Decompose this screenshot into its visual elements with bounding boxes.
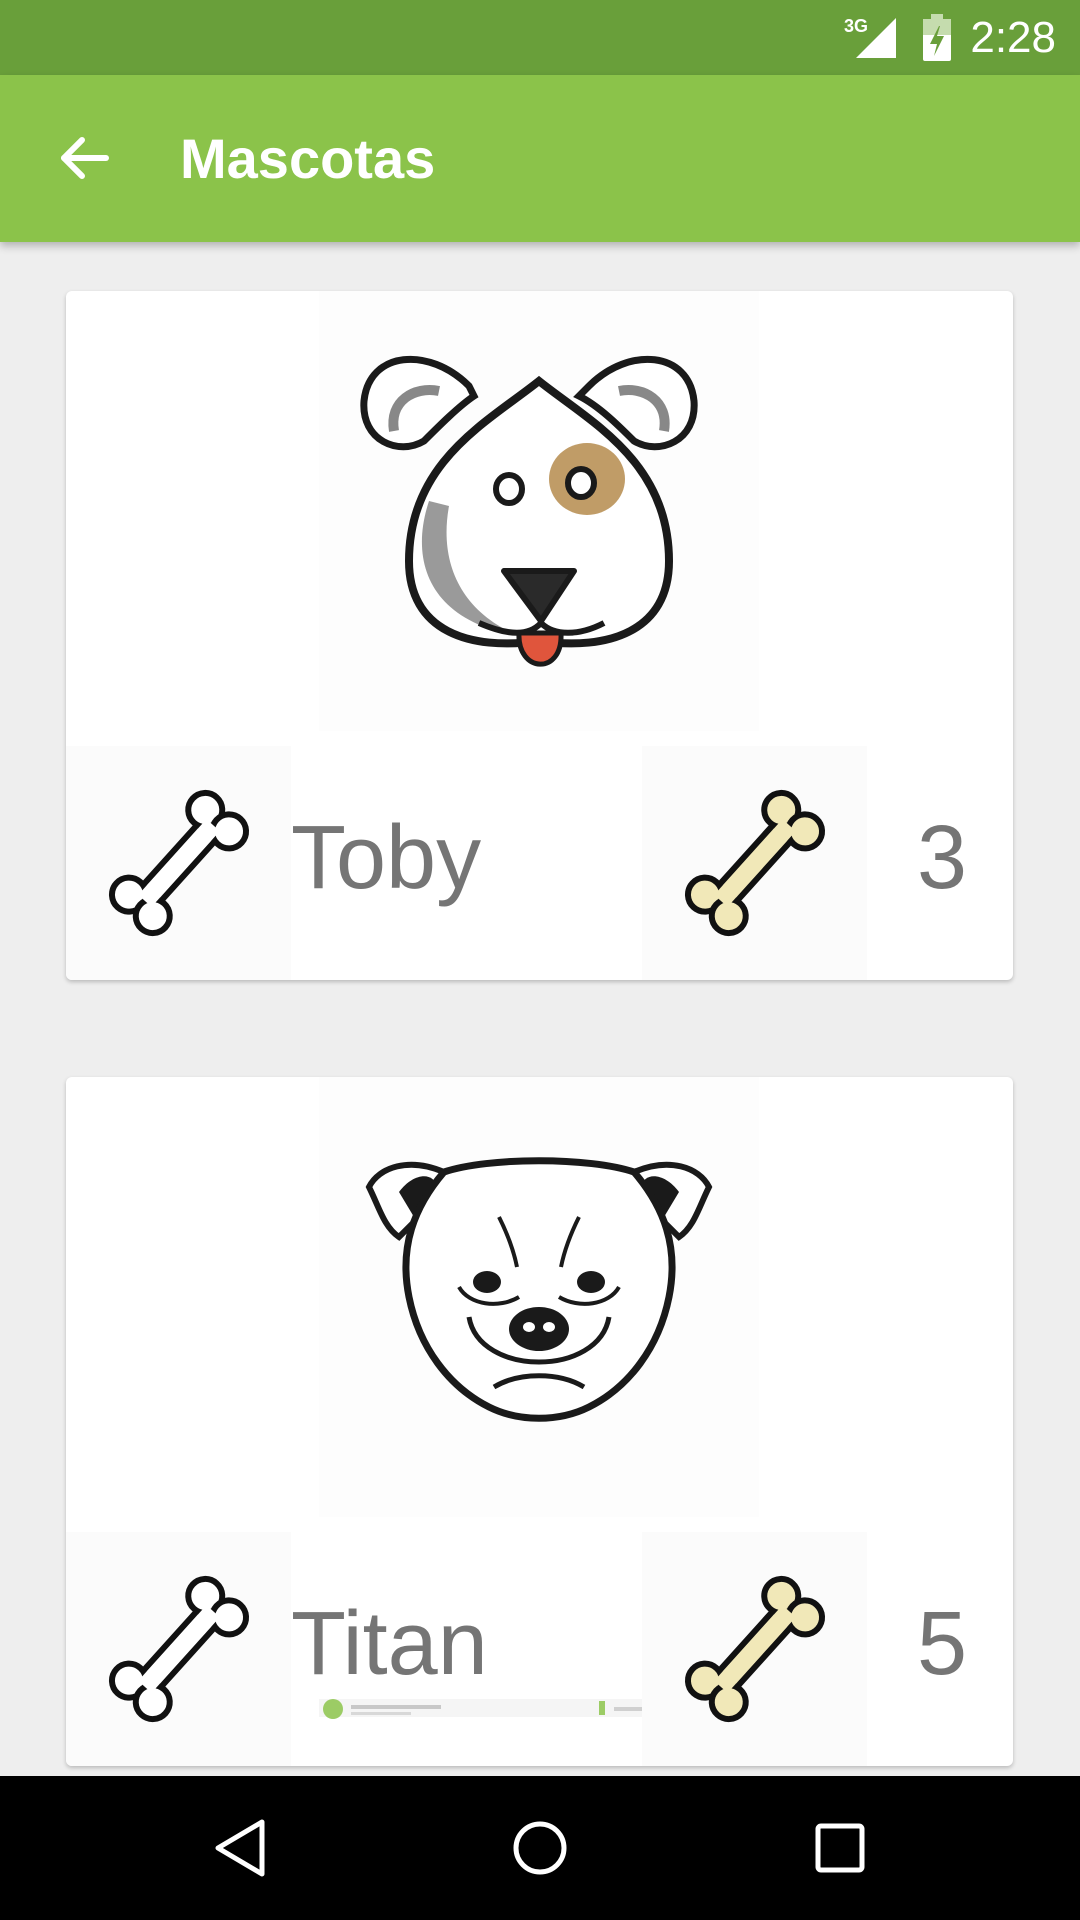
nav-home-button[interactable] xyxy=(490,1798,590,1898)
back-button[interactable] xyxy=(34,118,134,198)
pet-card: Toby 3 xyxy=(66,291,1013,980)
nav-recents-button[interactable] xyxy=(790,1798,890,1898)
page-title: Mascotas xyxy=(180,127,436,190)
nav-recents-square-icon xyxy=(815,1823,865,1873)
cartoon-dog-face-icon xyxy=(360,355,698,667)
bone-outline-icon xyxy=(108,1575,249,1723)
bone-filled-icon xyxy=(684,789,825,937)
rating-count: 5 xyxy=(916,1594,967,1694)
battery-icon xyxy=(920,14,954,67)
app-bar: Mascotas xyxy=(0,75,1080,242)
pet-list[interactable]: Toby 3 Titan 5 xyxy=(0,242,1080,1776)
pet-photo xyxy=(319,291,759,731)
like-button[interactable] xyxy=(66,1532,291,1766)
bulldog-face-icon xyxy=(365,1157,713,1422)
like-button[interactable] xyxy=(66,746,291,980)
clock: 2:28 xyxy=(970,13,1056,62)
bone-filled-icon xyxy=(684,1575,825,1723)
rating-count: 3 xyxy=(916,808,967,908)
nav-home-circle-icon xyxy=(513,1821,567,1875)
network-type-label: 3G xyxy=(844,16,868,36)
cell-signal-icon: 3G xyxy=(842,14,902,67)
pet-card: Titan 5 xyxy=(66,1077,1013,1766)
rating-icon-wrap xyxy=(642,746,867,980)
nav-back-button[interactable] xyxy=(190,1798,290,1898)
system-nav-bar xyxy=(0,1776,1080,1920)
pet-name: Titan xyxy=(291,1594,488,1694)
nav-back-triangle-icon xyxy=(215,1819,265,1877)
arrow-back-icon xyxy=(61,137,109,179)
rating-icon-wrap xyxy=(642,1532,867,1766)
bone-outline-icon xyxy=(108,789,249,937)
pet-photo xyxy=(319,1077,759,1719)
pet-name: Toby xyxy=(291,808,482,908)
status-bar: 3G 2:28 xyxy=(0,0,1080,75)
